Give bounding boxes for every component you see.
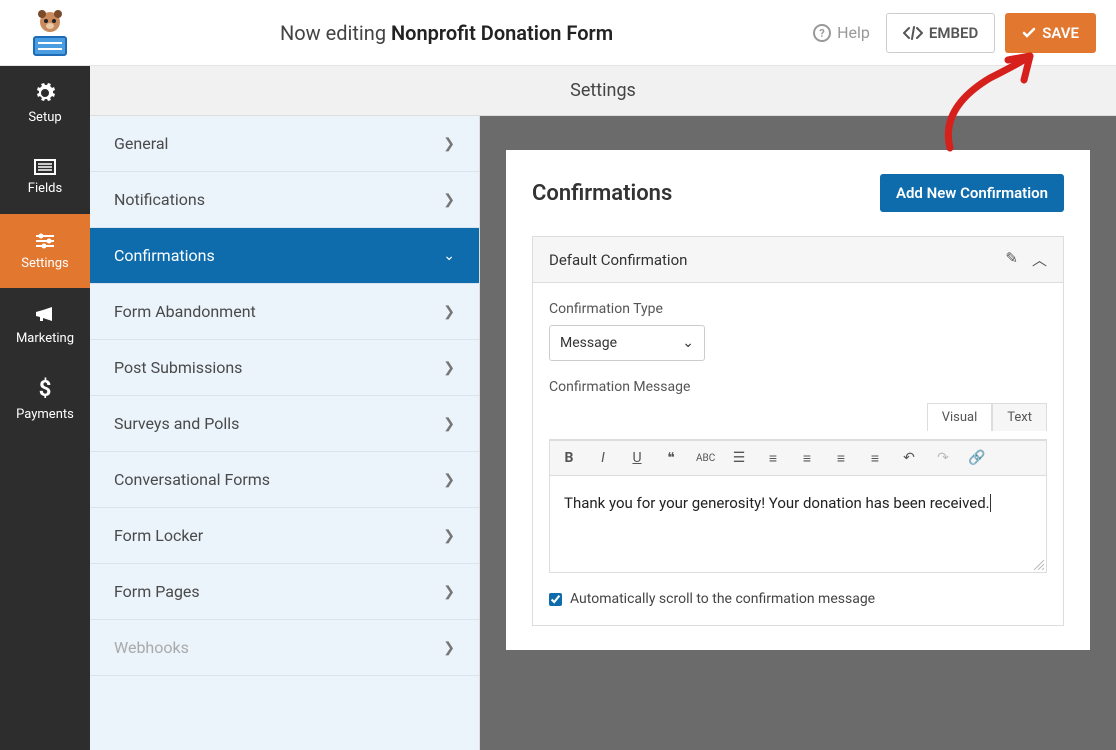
add-confirmation-button[interactable]: Add New Confirmation xyxy=(880,174,1064,212)
megaphone-icon xyxy=(34,305,56,325)
code-icon xyxy=(903,26,923,40)
help-icon: ? xyxy=(813,24,831,42)
align-left-icon[interactable]: ≡ xyxy=(798,450,816,467)
editor-toolbar: B I U ❝ ABC ☰ ≡ ≡ ≡ ≡ xyxy=(550,440,1046,476)
undo-icon[interactable]: ↶ xyxy=(900,450,918,466)
check-icon xyxy=(1022,26,1036,40)
settings-notifications[interactable]: Notifications❯ xyxy=(90,172,479,228)
list-icon xyxy=(34,159,56,175)
embed-button[interactable]: EMBED xyxy=(886,13,995,53)
auto-scroll-input[interactable] xyxy=(549,593,562,606)
confirmation-name: Default Confirmation xyxy=(549,251,687,269)
subheader: Settings xyxy=(90,66,1116,116)
sidenav-settings[interactable]: Settings xyxy=(0,214,90,288)
sidenav-setup[interactable]: Setup xyxy=(0,66,90,140)
embed-label: EMBED xyxy=(929,24,978,42)
resize-handle[interactable] xyxy=(1034,560,1044,570)
chevron-down-icon: ⌄ xyxy=(682,335,694,351)
help-link[interactable]: ? Help xyxy=(813,23,870,42)
sliders-icon xyxy=(34,232,56,250)
chevron-right-icon: ❯ xyxy=(443,528,455,544)
sidenav-fields-label: Fields xyxy=(28,181,62,196)
accordion-header[interactable]: Default Confirmation ✎ ︿ xyxy=(533,237,1063,283)
settings-form-abandonment[interactable]: Form Abandonment❯ xyxy=(90,284,479,340)
svg-text:?: ? xyxy=(819,27,825,40)
settings-menu: General❯ Notifications❯ Confirmations⌄ F… xyxy=(90,116,480,750)
bullets-icon[interactable]: ☰ xyxy=(730,450,748,466)
edit-icon[interactable]: ✎ xyxy=(1005,249,1018,270)
help-label: Help xyxy=(837,23,870,42)
chevron-down-icon: ⌄ xyxy=(443,248,455,264)
quote-icon[interactable]: ❝ xyxy=(662,450,680,466)
chevron-right-icon: ❯ xyxy=(443,136,455,152)
settings-conversational[interactable]: Conversational Forms❯ xyxy=(90,452,479,508)
app-logo xyxy=(20,8,80,58)
sidenav: Setup Fields Settings Marketing $ Paymen… xyxy=(0,66,90,750)
settings-general[interactable]: General❯ xyxy=(90,116,479,172)
panel-title: Confirmations xyxy=(532,181,672,206)
editor-content[interactable]: Thank you for your generosity! Your dona… xyxy=(550,476,1046,572)
sidenav-fields[interactable]: Fields xyxy=(0,140,90,214)
chevron-right-icon: ❯ xyxy=(443,304,455,320)
settings-form-locker[interactable]: Form Locker❯ xyxy=(90,508,479,564)
settings-post-submissions[interactable]: Post Submissions❯ xyxy=(90,340,479,396)
confirmations-panel: Confirmations Add New Confirmation Defau… xyxy=(506,150,1090,650)
settings-webhooks[interactable]: Webhooks❯ xyxy=(90,620,479,676)
chevron-right-icon: ❯ xyxy=(443,640,455,656)
type-value: Message xyxy=(560,335,617,351)
svg-text:$: $ xyxy=(39,377,52,401)
confirmation-accordion: Default Confirmation ✎ ︿ Confirmation Ty… xyxy=(532,236,1064,626)
save-label: SAVE xyxy=(1042,24,1079,42)
chevron-right-icon: ❯ xyxy=(443,192,455,208)
auto-scroll-label: Automatically scroll to the confirmation… xyxy=(570,591,875,607)
message-editor: B I U ❝ ABC ☰ ≡ ≡ ≡ ≡ xyxy=(549,439,1047,573)
gear-icon xyxy=(34,82,56,104)
type-label: Confirmation Type xyxy=(549,301,1047,317)
redo-icon[interactable]: ↷ xyxy=(934,450,952,466)
settings-confirmations[interactable]: Confirmations⌄ xyxy=(90,228,479,284)
chevron-right-icon: ❯ xyxy=(443,584,455,600)
message-label: Confirmation Message xyxy=(549,379,1047,395)
auto-scroll-checkbox[interactable]: Automatically scroll to the confirmation… xyxy=(549,591,1047,607)
italic-icon[interactable]: I xyxy=(594,450,612,466)
bold-icon[interactable]: B xyxy=(560,450,578,466)
sidenav-marketing-label: Marketing xyxy=(16,331,74,346)
editing-title: Now editing Nonprofit Donation Form xyxy=(80,21,813,45)
sidenav-payments-label: Payments xyxy=(16,407,74,422)
chevron-right-icon: ❯ xyxy=(443,472,455,488)
topbar: Now editing Nonprofit Donation Form ? He… xyxy=(0,0,1116,66)
sidenav-setup-label: Setup xyxy=(28,110,61,125)
settings-form-pages[interactable]: Form Pages❯ xyxy=(90,564,479,620)
sidenav-marketing[interactable]: Marketing xyxy=(0,288,90,362)
link-icon[interactable]: 🔗 xyxy=(968,450,986,466)
sidenav-settings-label: Settings xyxy=(21,256,68,271)
align-center-icon[interactable]: ≡ xyxy=(832,450,850,467)
collapse-icon[interactable]: ︿ xyxy=(1032,249,1047,270)
dollar-icon: $ xyxy=(37,377,53,401)
chevron-right-icon: ❯ xyxy=(443,416,455,432)
confirmation-type-select[interactable]: Message ⌄ xyxy=(549,325,705,361)
form-name: Nonprofit Donation Form xyxy=(391,21,613,45)
editor-tab-text[interactable]: Text xyxy=(992,403,1047,431)
sidenav-payments[interactable]: $ Payments xyxy=(0,362,90,436)
save-button[interactable]: SAVE xyxy=(1005,13,1096,53)
editor-tab-visual[interactable]: Visual xyxy=(927,403,993,431)
numbered-icon[interactable]: ≡ xyxy=(764,450,782,467)
strike-icon[interactable]: ABC xyxy=(696,453,714,464)
settings-surveys-polls[interactable]: Surveys and Polls❯ xyxy=(90,396,479,452)
editing-prefix: Now editing xyxy=(280,21,391,45)
chevron-right-icon: ❯ xyxy=(443,360,455,376)
underline-icon[interactable]: U xyxy=(628,450,646,466)
align-right-icon[interactable]: ≡ xyxy=(866,450,884,467)
